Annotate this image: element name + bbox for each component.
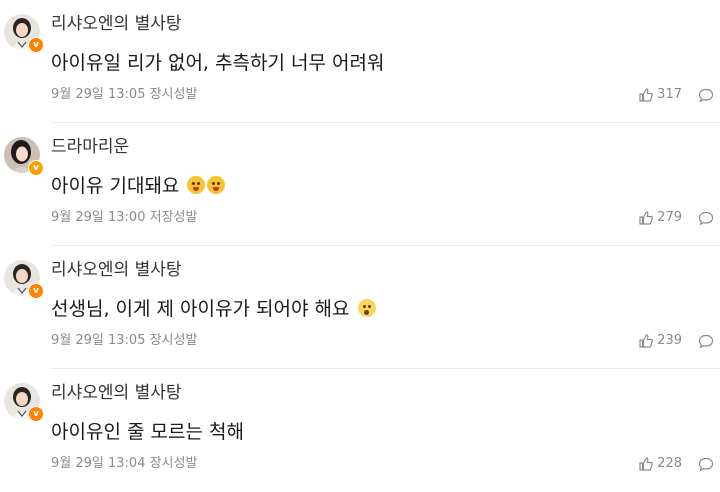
comment-bubble-icon bbox=[698, 457, 714, 472]
avatar[interactable]: v bbox=[4, 383, 44, 422]
comment-bubble-icon bbox=[698, 88, 714, 103]
reply-button[interactable] bbox=[698, 457, 714, 472]
username[interactable]: 리샤오엔의 별사탕 bbox=[51, 381, 182, 405]
comment-bubble-icon bbox=[698, 334, 714, 349]
reply-button[interactable] bbox=[698, 211, 714, 226]
reply-button[interactable] bbox=[698, 88, 714, 103]
username[interactable]: 드라마리운 bbox=[51, 135, 129, 159]
like-count: 279 bbox=[657, 210, 682, 225]
comment-item: v 드라마리운 아이유 기대돼요 9월 29일 13:00 저장성발 279 bbox=[0, 123, 720, 246]
comment-text: 아이유 기대돼요 bbox=[51, 173, 226, 199]
verified-v-icon: v bbox=[28, 37, 44, 53]
like-button[interactable]: 228 bbox=[638, 455, 682, 473]
comment-meta: 9월 29일 13:04 장시성발 bbox=[51, 456, 198, 471]
comment-meta: 9월 29일 13:05 장시성발 bbox=[51, 87, 198, 102]
like-button[interactable]: 239 bbox=[638, 332, 682, 350]
like-button[interactable]: 317 bbox=[638, 86, 682, 104]
comment-text: 아이유인 줄 모르는 척해 bbox=[51, 421, 244, 443]
username[interactable]: 리샤오엔의 별사탕 bbox=[51, 258, 182, 282]
comment-meta: 9월 29일 13:05 장시성발 bbox=[51, 333, 198, 348]
verified-v-icon: v bbox=[28, 406, 44, 422]
like-count: 317 bbox=[657, 87, 682, 102]
thumbs-up-icon bbox=[638, 333, 654, 349]
comment-text: 선생님, 이게 제 아이유가 되어야 해요 bbox=[51, 296, 376, 322]
username[interactable]: 리샤오엔의 별사탕 bbox=[51, 12, 182, 36]
verified-v-icon: v bbox=[28, 160, 44, 176]
excited-face-icon bbox=[207, 176, 226, 194]
like-count: 239 bbox=[657, 333, 682, 348]
like-count: 228 bbox=[657, 456, 682, 471]
avatar[interactable]: v bbox=[4, 14, 44, 53]
avatar[interactable]: v bbox=[4, 260, 44, 299]
comment-item: v 리샤오엔의 별사탕 아이유일 리가 없어, 추측하기 너무 어려워 9월 2… bbox=[0, 0, 720, 123]
verified-v-icon: v bbox=[28, 283, 44, 299]
comment-meta: 9월 29일 13:00 저장성발 bbox=[51, 210, 198, 225]
avatar[interactable]: v bbox=[4, 137, 44, 176]
comment-bubble-icon bbox=[698, 211, 714, 226]
excited-face-icon bbox=[187, 176, 206, 194]
thumbs-up-icon bbox=[638, 456, 654, 472]
comment-text: 아이유일 리가 없어, 추측하기 너무 어려워 bbox=[51, 52, 385, 74]
thumbs-up-icon bbox=[638, 87, 654, 103]
shocked-face-icon bbox=[357, 299, 376, 317]
comment-item: v 리샤오엔의 별사탕 아이유인 줄 모르는 척해 9월 29일 13:04 장… bbox=[0, 369, 720, 492]
thumbs-up-icon bbox=[638, 210, 654, 226]
reply-button[interactable] bbox=[698, 334, 714, 349]
comment-item: v 리샤오엔의 별사탕 선생님, 이게 제 아이유가 되어야 해요 9월 29일… bbox=[0, 246, 720, 369]
like-button[interactable]: 279 bbox=[638, 209, 682, 227]
